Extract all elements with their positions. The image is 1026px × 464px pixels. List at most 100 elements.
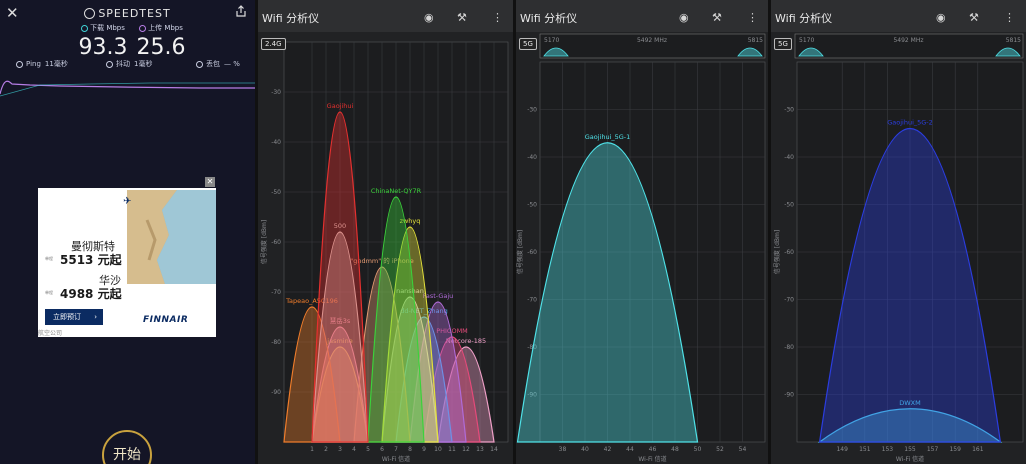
x-tick-label: 10 (434, 446, 442, 453)
freq-mid-label: 5492 MHz (637, 37, 667, 44)
y-axis-label: 信号强度 [dBm] (516, 230, 524, 274)
app-bar: Wifi 分析仪 ◉ ⚒ ⋮ (771, 0, 1026, 32)
x-tick-label: 40 (581, 446, 589, 453)
signal-chart-24g: -30-40-50-60-70-80-901 2 3 4 5 6 7 8 9 10 11 12 13 14… (260, 41, 509, 463)
upload-value: 25.6 (136, 35, 186, 60)
x-tick-label: 4 (352, 446, 356, 453)
wifi-analyzer-24g: Wifi 分析仪 ◉ ⚒ ⋮ -30 -40 -50 -60 -70 -80 -90 1 2 3 4… (258, 0, 513, 464)
x-tick-label: 48 (671, 446, 679, 453)
y-tick-label: -90 (271, 389, 281, 396)
eye-icon[interactable]: ◉ (679, 11, 689, 24)
x-tick-label: 161 (972, 446, 984, 453)
y-tick-label: -90 (784, 392, 794, 399)
app-title: Wifi 分析仪 (520, 12, 578, 25)
band-badge[interactable]: 5G (774, 38, 792, 50)
y-tick-label: -70 (527, 297, 537, 304)
x-tick-label: 44 (626, 446, 634, 453)
y-axis-label: 信号强度 [dBm] (773, 230, 781, 274)
ssid-label: Gaojihui_5G-1 (585, 133, 631, 141)
ssid-label: Gaojihui (327, 102, 354, 110)
loss-icon (196, 60, 203, 68)
y-tick-label: -30 (784, 107, 794, 114)
y-tick-label: -30 (527, 107, 537, 114)
wrench-icon[interactable]: ⚒ (457, 11, 467, 24)
x-tick-label: 54 (739, 446, 747, 453)
wifi-analyzer-5g-b: Wifi 分析仪 ◉ ⚒ ⋮ -30 -40 -50 -60 -70 -80 -90 149 1… (771, 0, 1026, 464)
y-tick-label: -60 (784, 249, 794, 256)
start-button[interactable]: 开始 (102, 430, 152, 464)
x-tick-label: 151 (859, 446, 871, 453)
freq-end-label: 5815 (1006, 37, 1021, 44)
x-tick-label: 6 (380, 446, 384, 453)
download-icon (81, 24, 89, 32)
share-icon[interactable] (235, 5, 247, 17)
ssid-label: Fast-Gaju (423, 292, 454, 300)
upload-icon (139, 24, 147, 32)
x-axis-label: Wi-Fi 信道 (896, 455, 924, 463)
ad-landscape-image (127, 190, 216, 284)
x-tick-label: 153 (882, 446, 894, 453)
freq-end-label: 5815 (748, 37, 763, 44)
y-tick-label: -40 (527, 154, 537, 161)
freq-start-label: 5170 (799, 37, 814, 44)
wrench-icon[interactable]: ⚒ (712, 11, 722, 24)
y-tick-label: -30 (271, 89, 281, 96)
y-tick-label: -40 (271, 139, 281, 146)
frequency-overview-strip[interactable]: 5170 5492 MHz 5815 (539, 33, 766, 59)
band-badge[interactable]: 5G (519, 38, 537, 50)
upload-metric: 上传 Mbps 25.6 (126, 23, 196, 60)
y-tick-label: -70 (271, 289, 281, 296)
route2-price: 4988 元起 (60, 287, 122, 301)
y-axis-label: 信号强度 [dBm] (260, 220, 268, 264)
signal-chart-5g-b: -30 -40 -50 -60 -70 -80 -90 149 151 153 155 157 159 1… (773, 33, 1024, 463)
x-tick-label: 14 (490, 446, 498, 453)
app-bar: Wifi 分析仪 ◉ ⚒ ⋮ (516, 0, 768, 32)
more-vert-icon[interactable]: ⋮ (1004, 11, 1015, 24)
x-tick-label: 3 (338, 446, 342, 453)
ad-footer: 航空公司 (38, 330, 63, 337)
x-tick-label: 11 (448, 446, 456, 453)
y-tick-label: -60 (271, 239, 281, 246)
app-title: Wifi 分析仪 (262, 12, 320, 25)
x-tick-label: 155 (904, 446, 916, 453)
eye-icon[interactable]: ◉ (936, 11, 946, 24)
app-title: Wifi 分析仪 (775, 12, 833, 25)
y-tick-label: -80 (271, 339, 281, 346)
finnair-bird-icon: ✈ (123, 196, 132, 207)
speed-graph (0, 80, 255, 97)
x-tick-label: 9 (422, 446, 426, 453)
book-now-button[interactable]: 立即预订 › (45, 309, 103, 325)
band-badge[interactable]: 2.4G (261, 38, 286, 50)
speedtest-logo-icon (84, 7, 96, 19)
advertisement[interactable]: ✕ 广告 ✈ 曼彻斯特 单程 5513 元起 华沙 单程 4988 元起 立即预… (38, 177, 216, 337)
more-vert-icon[interactable]: ⋮ (747, 11, 758, 24)
more-vert-icon[interactable]: ⋮ (492, 11, 503, 24)
screenshot-collage: ✕ SPEEDTEST 下载 Mbps 93.3 上传 Mbps 25.6 Pi… (0, 0, 1026, 464)
ping-icon (16, 60, 23, 68)
x-tick-label: 52 (716, 446, 724, 453)
x-tick-label: 46 (649, 446, 657, 453)
jitter-stat: 抖动 1毫秒 (106, 59, 152, 69)
x-tick-label: 157 (927, 446, 939, 453)
wifi-analyzer-5g-a: Wifi 分析仪 ◉ ⚒ ⋮ -30-40-50-60-70-80-903840… (516, 0, 768, 464)
y-tick-label: -50 (784, 202, 794, 209)
x-axis-label: Wi-Fi 信道 (382, 455, 410, 463)
ad-close-icon[interactable]: ✕ (205, 177, 215, 187)
x-tick-label: 8 (408, 446, 412, 453)
wrench-icon[interactable]: ⚒ (969, 11, 979, 24)
x-tick-label: 42 (604, 446, 612, 453)
chevron-right-icon: › (94, 313, 97, 321)
signal-chart-5g-a: -30-40-50-60-70-80-90384042444648505254W… (516, 33, 766, 463)
route1-price: 5513 元起 (60, 253, 122, 267)
y-tick-label: -50 (527, 202, 537, 209)
freq-start-label: 5170 (544, 37, 559, 44)
x-tick-label: 149 (836, 446, 848, 453)
eye-icon[interactable]: ◉ (424, 11, 434, 24)
freq-mid-label: 5492 MHz (893, 37, 923, 44)
x-tick-label: 159 (949, 446, 961, 453)
x-tick-label: 13 (476, 446, 484, 453)
x-tick-label: 5 (366, 446, 370, 453)
jitter-icon (106, 60, 113, 68)
y-tick-label: -50 (271, 189, 281, 196)
frequency-overview-strip[interactable]: 5170 5492 MHz 5815 (794, 33, 1024, 59)
